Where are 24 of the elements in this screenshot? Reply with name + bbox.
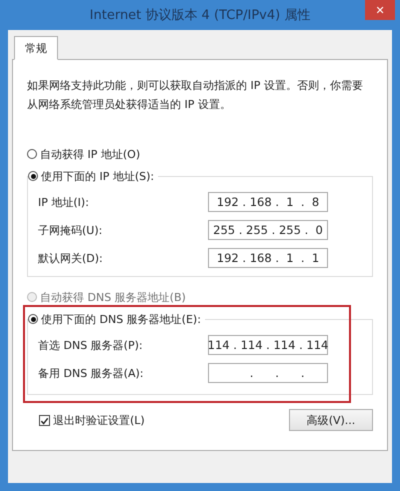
option-label: 自动获得 DNS 服务器地址(B) — [40, 290, 186, 304]
ip-address-field[interactable]: 114 . 114 . 114 . 114 — [208, 335, 328, 355]
field-label: 默认网关(D): — [38, 250, 103, 266]
ip-address-field[interactable]: . . . — [208, 363, 328, 383]
ip-address-field[interactable]: 192 . 168 . 1 . 1 — [208, 248, 328, 268]
checkbox-label: 退出时验证设置(L) — [53, 413, 145, 428]
ip-address-field[interactable]: 192 . 168 . 1 . 8 — [208, 192, 328, 212]
checkbox[interactable] — [39, 415, 50, 426]
tab[interactable]: 常规 — [14, 36, 58, 60]
field-label: 备用 DNS 服务器(A): — [38, 366, 144, 380]
radio-button[interactable] — [28, 171, 38, 181]
radio-button[interactable] — [28, 314, 38, 324]
description-text: 如果网络支持此功能，则可以获取自动指派的 IP 设置。否则，你需要从网络系统管理员处获得适当的 IP 设置。 — [27, 78, 364, 113]
radio-button[interactable] — [27, 149, 37, 159]
close-button[interactable]: ✕ — [365, 0, 395, 20]
advanced-button[interactable]: 高级(V)... — [289, 409, 373, 431]
field-label: IP 地址(I): — [38, 194, 89, 210]
field-label: 子网掩码(U): — [38, 222, 102, 238]
ip-address-field[interactable]: 255 . 255 . 255 . 0 — [208, 220, 328, 240]
field-label: 首选 DNS 服务器(P): — [38, 338, 143, 352]
window-title: Internet 协议版本 4 (TCP/IPv4) 属性 — [90, 7, 310, 24]
option-label: 自动获得 IP 地址(O) — [40, 146, 140, 162]
option-label: 使用下面的 IP 地址(S): — [41, 168, 154, 184]
option-label: 使用下面的 DNS 服务器地址(E): — [41, 312, 201, 326]
